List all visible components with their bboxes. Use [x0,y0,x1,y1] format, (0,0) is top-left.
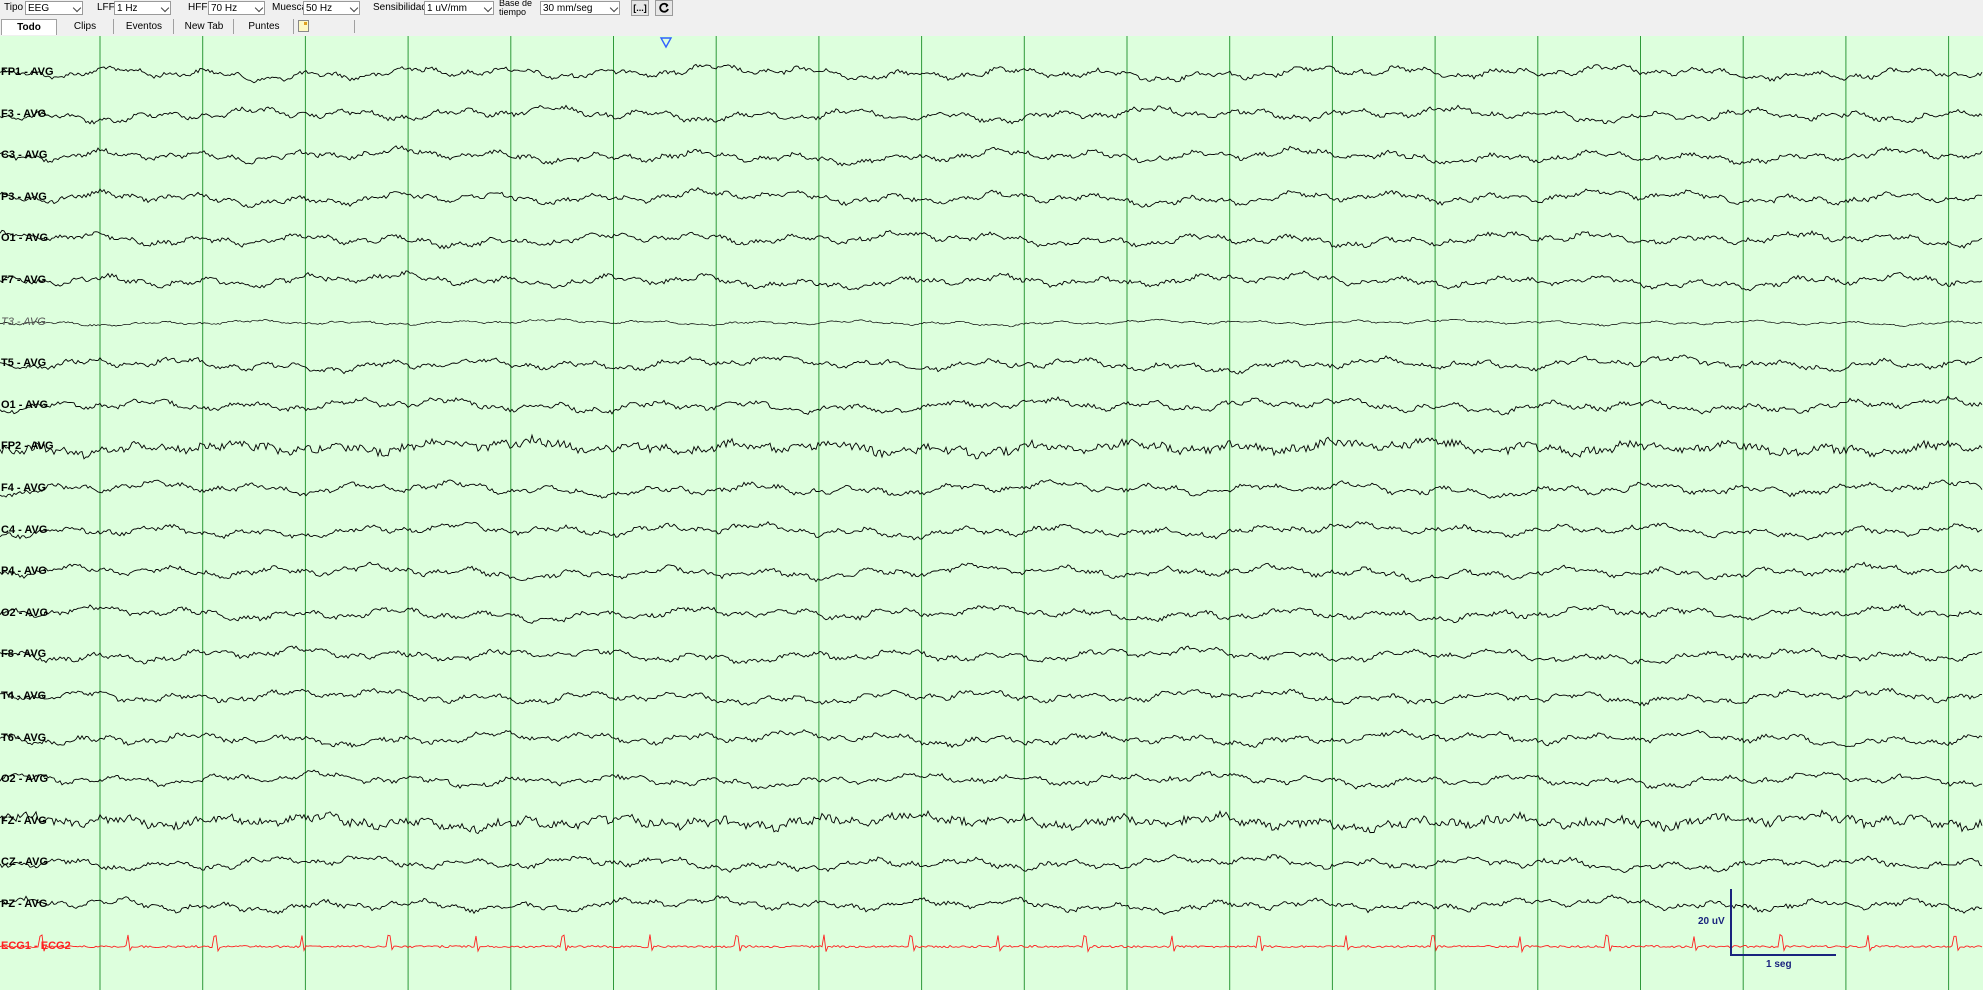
channel-label[interactable]: O1 - AVG [1,399,48,411]
channel-label[interactable]: O2 - AVG [1,607,48,619]
chevron-down-icon [609,3,619,13]
channel-label[interactable]: T5 - AVG [1,357,46,369]
channel-label[interactable]: P3 - AVG [1,191,47,203]
muesca-select[interactable]: 50 Hz [303,1,360,15]
sensibilidad-select[interactable]: 1 uV/mm [424,1,494,15]
channel-trace [0,687,1983,707]
base-tiempo-label: Base de tiempo [499,0,532,17]
base-tiempo-select[interactable]: 30 mm/seg [540,1,620,15]
channel-label[interactable]: O1 - AVG [1,232,48,244]
channel-trace [0,603,1983,624]
channel-trace [0,187,1982,208]
channel-label[interactable]: CZ - AVG [1,856,48,868]
lff-select-value: 1 Hz [117,3,138,14]
muesca-label: Muesca [272,2,308,13]
channel-label[interactable]: F8 - AVG [1,648,46,660]
refresh-icon [659,2,669,13]
tipo-select-value: EEG [28,3,50,14]
event-marker-icon [659,37,673,49]
channel-trace [0,395,1983,416]
refresh-button[interactable] [655,0,673,16]
chevron-down-icon [483,3,493,13]
channel-label[interactable]: FZ - AVG [1,815,47,827]
channel-trace [0,354,1983,375]
channel-label[interactable]: FP1 - AVG [1,66,54,78]
muesca-select-value: 50 Hz [306,3,333,14]
tab-todo[interactable]: Todo [1,19,57,35]
channel-trace [0,933,1983,954]
base-tiempo-select-value: 30 mm/seg [543,3,593,14]
channel-trace [0,433,1983,460]
range-button[interactable]: [...] [631,0,649,16]
chevron-down-icon [349,3,359,13]
channel-trace [0,520,1983,541]
sensibilidad-label: Sensibilidad [373,2,427,13]
hff-select[interactable]: 70 Hz [208,1,265,15]
channel-label[interactable]: F3 - AVG [1,108,46,120]
sensibilidad-select-value: 1 uV/mm [427,3,468,14]
channel-trace [0,894,1983,915]
channel-trace [0,479,1983,499]
channel-label[interactable]: T3 - AVG [1,316,46,328]
calibration-amplitude-label: 20 uV [1698,916,1725,927]
lff-select[interactable]: 1 Hz [114,1,171,15]
channel-label[interactable]: P4 - AVG [1,565,47,577]
tipo-select[interactable]: EEG [25,1,83,15]
tab-clips[interactable]: Clips [57,19,114,34]
channel-label[interactable]: T4 - AVG [1,690,46,702]
channel-trace [0,229,1983,250]
channel-label[interactable]: PZ - AVG [1,898,47,910]
channel-label[interactable]: ECG1 - ECG2 [1,940,71,952]
chevron-down-icon [72,3,82,13]
channel-trace [0,104,1983,125]
calibration-time-label: 1 seg [1766,959,1792,970]
toolbar: Tipo EEG LFF 1 Hz HFF 70 Hz Muesca 50 Hz… [0,0,1983,19]
channel-label[interactable]: F4 - AVG [1,482,46,494]
tab-puntes[interactable]: Puntes [235,19,294,34]
channel-trace [0,769,1983,790]
eeg-display[interactable]: FP1 - AVG F3 - AVG C3 - AVG P3 - AVG O1 - AV… [0,36,1983,990]
hff-label: HFF [188,2,208,13]
tipo-label: Tipo [4,2,24,13]
channel-label[interactable]: C4 - AVG [1,524,47,536]
note-icon[interactable] [298,20,309,32]
chevron-down-icon [160,3,170,13]
channel-trace [0,318,1983,328]
tab-eventos[interactable]: Eventos [115,19,174,34]
tab-divider [354,20,355,33]
tab-new-tab[interactable]: New Tab [175,19,234,34]
channel-trace [0,854,1983,873]
channel-trace [0,561,1983,583]
eeg-traces [0,36,1983,990]
channel-trace [0,645,1983,665]
channel-trace [0,270,1983,292]
tab-bar: Todo Clips Eventos New Tab Puntes [0,18,1983,37]
channel-label[interactable]: C3 - AVG [1,149,47,161]
channel-label[interactable]: FP2 - AVG [1,440,54,452]
channel-trace [0,145,1983,167]
channel-trace [0,809,1983,835]
base-tiempo-label-line2: tiempo [499,7,527,17]
channel-label[interactable]: T6 - AVG [1,732,46,744]
chevron-down-icon [254,3,264,13]
hff-select-value: 70 Hz [211,3,238,14]
channel-label[interactable]: F7 - AVG [1,274,46,286]
channel-trace [0,728,1983,749]
channel-label[interactable]: O2 - AVG [1,773,48,785]
channel-trace [0,63,1983,84]
lff-label: LFF [97,2,115,13]
